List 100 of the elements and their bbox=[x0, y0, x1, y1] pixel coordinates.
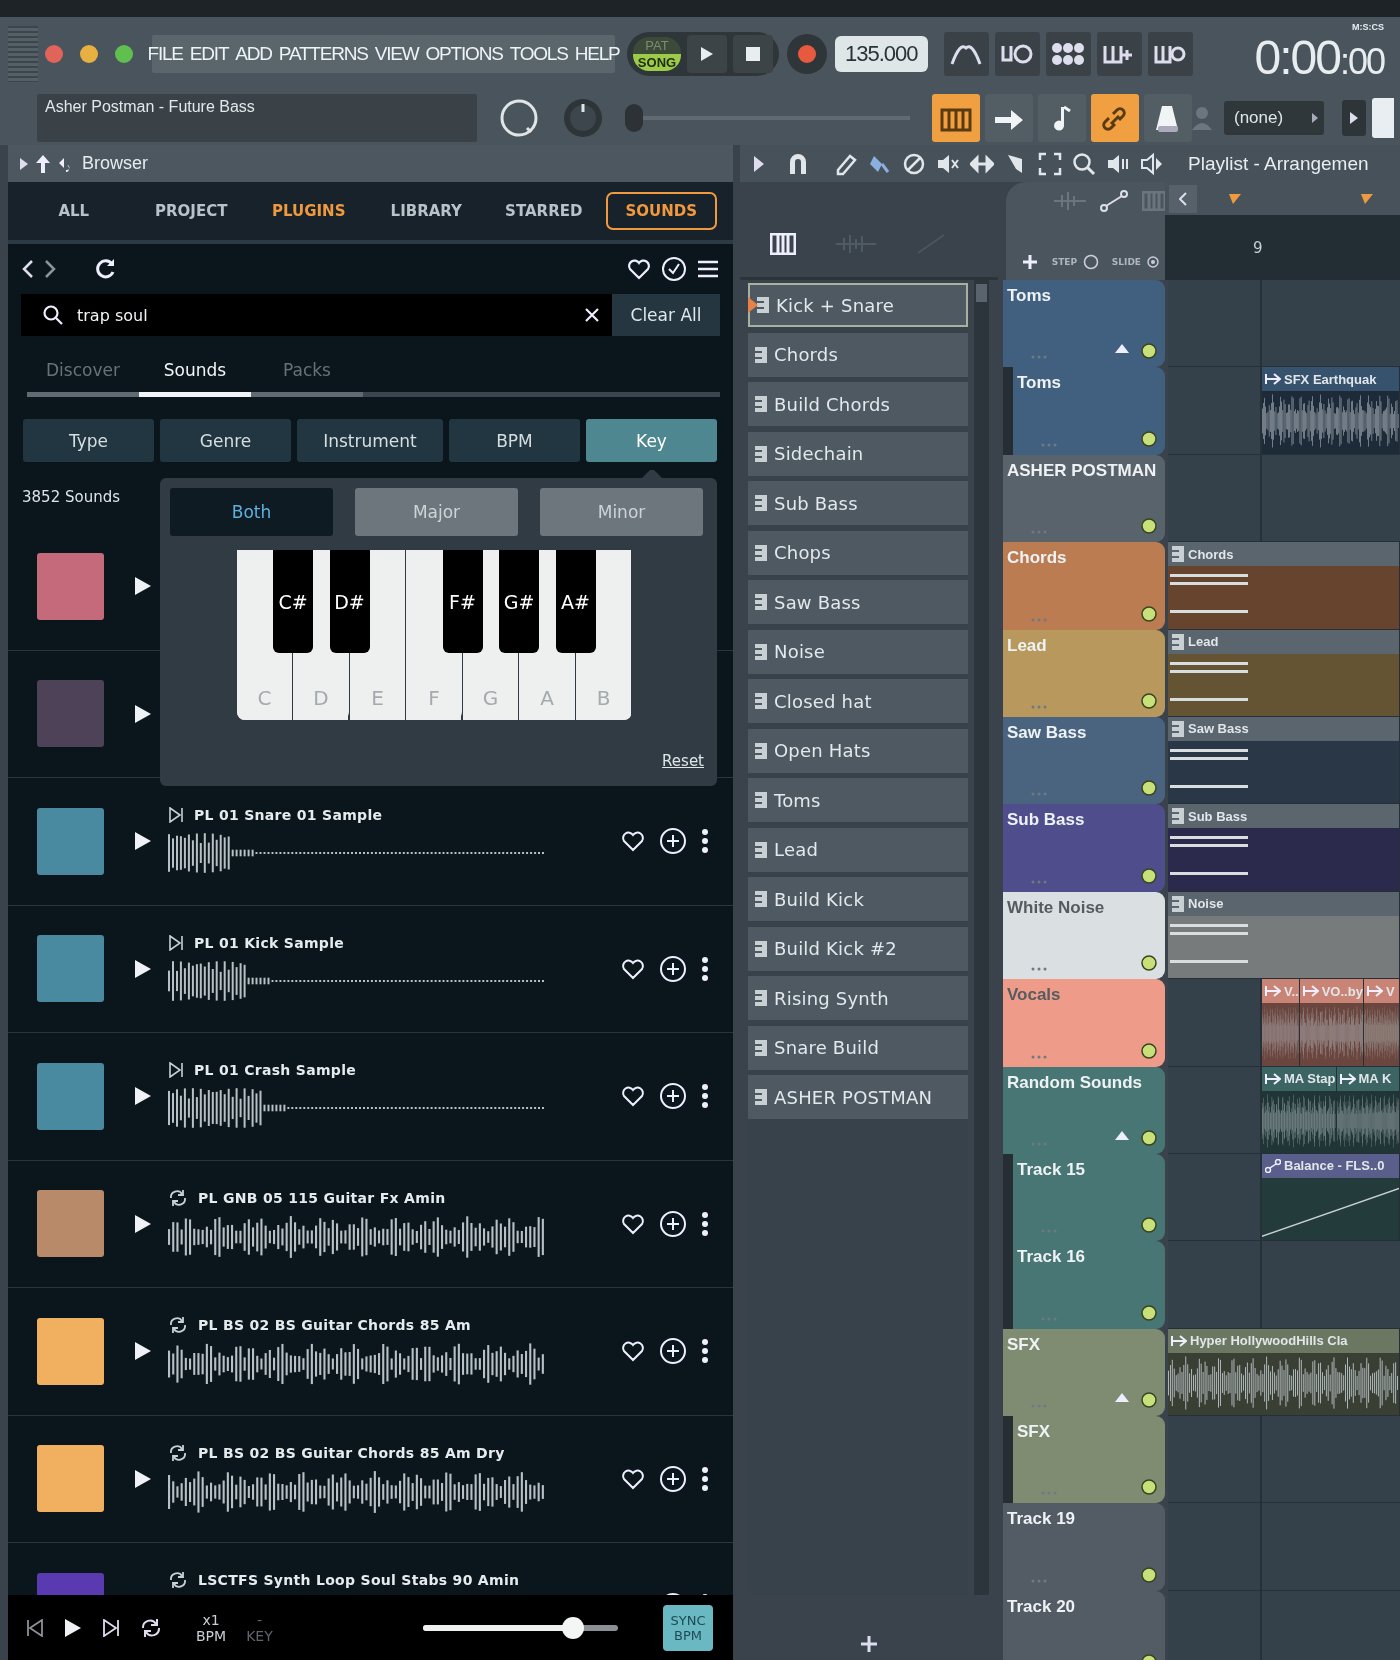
minimize-button[interactable] bbox=[80, 44, 98, 63]
toggle-button[interactable] bbox=[985, 93, 1033, 142]
add-icon[interactable] bbox=[1022, 254, 1038, 270]
pattern-item[interactable]: Lead bbox=[748, 827, 968, 872]
add-icon[interactable] bbox=[659, 954, 687, 983]
filter-button[interactable]: Instrument bbox=[297, 419, 443, 462]
track-header[interactable]: Toms bbox=[1003, 280, 1165, 368]
sub-tab[interactable]: Packs bbox=[251, 348, 363, 397]
speaker-icon[interactable] bbox=[1140, 151, 1164, 176]
toggle-icon[interactable] bbox=[1147, 256, 1159, 268]
knob-icon[interactable] bbox=[1141, 1217, 1157, 1234]
track-header[interactable]: Toms bbox=[1003, 367, 1165, 455]
forward-icon[interactable] bbox=[44, 259, 56, 279]
up-arrow-icon[interactable] bbox=[36, 154, 50, 173]
play-icon[interactable] bbox=[64, 1617, 82, 1638]
sync-bpm-button[interactable]: SYNC BPM bbox=[663, 1604, 713, 1651]
add-icon[interactable] bbox=[659, 1209, 687, 1238]
browser-tab[interactable]: LIBRARY bbox=[370, 192, 482, 230]
pattern-item[interactable]: Chords bbox=[748, 332, 968, 377]
toolbar-button[interactable] bbox=[943, 31, 989, 76]
toolbar-button[interactable] bbox=[1045, 31, 1091, 76]
pattern-item[interactable]: Build Chords bbox=[748, 382, 968, 426]
key-mode-button[interactable]: Major bbox=[355, 488, 518, 536]
marker-icon[interactable] bbox=[1361, 193, 1373, 204]
select-icon[interactable] bbox=[1038, 151, 1062, 176]
add-icon[interactable] bbox=[659, 827, 687, 856]
collapse-icon[interactable] bbox=[1115, 344, 1129, 354]
sound-title[interactable]: PL 01 Kick Sample bbox=[194, 934, 345, 951]
scroll-left-button[interactable] bbox=[1169, 184, 1197, 213]
marker-icon[interactable] bbox=[1229, 193, 1241, 204]
forbidden-icon[interactable] bbox=[902, 151, 926, 176]
toggle-button[interactable] bbox=[1091, 93, 1139, 142]
more-icon[interactable] bbox=[701, 1083, 709, 1110]
heart-icon[interactable] bbox=[621, 1085, 645, 1108]
refresh-icon[interactable] bbox=[94, 258, 116, 280]
track-header[interactable]: Track 19 bbox=[1003, 1503, 1165, 1591]
scrollbar[interactable] bbox=[974, 280, 989, 1595]
close-icon[interactable] bbox=[584, 307, 600, 323]
clear-all-button[interactable]: Clear All bbox=[612, 294, 720, 336]
browser-tab[interactable]: PLUGINS bbox=[253, 192, 365, 230]
play-button[interactable] bbox=[134, 958, 152, 979]
knob-icon[interactable] bbox=[1141, 605, 1157, 622]
add-icon[interactable] bbox=[659, 1337, 687, 1366]
knob-icon[interactable] bbox=[1141, 692, 1157, 709]
toggle-icon[interactable] bbox=[1083, 254, 1100, 270]
play-button[interactable] bbox=[134, 1341, 152, 1362]
play-button[interactable] bbox=[134, 1086, 152, 1107]
more-icon[interactable] bbox=[701, 828, 709, 855]
knob-icon[interactable] bbox=[1141, 1129, 1157, 1146]
toggle-button[interactable] bbox=[1144, 93, 1192, 142]
heart-icon[interactable] bbox=[621, 830, 645, 853]
pattern-item[interactable]: Rising Synth bbox=[748, 976, 968, 1020]
heart-icon[interactable] bbox=[621, 1467, 645, 1490]
menu-item[interactable]: FILE bbox=[147, 42, 183, 65]
knob-icon[interactable] bbox=[1141, 780, 1157, 797]
play-button[interactable] bbox=[134, 1468, 152, 1489]
stop-button[interactable] bbox=[733, 34, 773, 73]
collapse-icon[interactable] bbox=[1115, 1393, 1129, 1403]
pattern-item[interactable]: Closed hat bbox=[748, 679, 968, 723]
pattern-item[interactable]: Open Hats bbox=[748, 728, 968, 773]
track-header[interactable]: Saw Bass bbox=[1003, 716, 1165, 805]
filter-button[interactable]: Type bbox=[23, 419, 154, 462]
filter-button[interactable]: BPM bbox=[449, 419, 580, 462]
zoom-icon[interactable] bbox=[1072, 151, 1096, 176]
more-icon[interactable] bbox=[701, 1465, 709, 1492]
menu-item[interactable]: VIEW bbox=[374, 42, 419, 65]
knob-icon[interactable] bbox=[1141, 343, 1157, 360]
heart-icon[interactable] bbox=[627, 258, 651, 280]
toggle-button[interactable] bbox=[932, 93, 980, 142]
pattern-item[interactable]: Kick + Snare bbox=[748, 283, 968, 327]
menu-item[interactable]: HELP bbox=[574, 42, 620, 65]
search-field[interactable]: trap soul bbox=[21, 294, 612, 336]
track-header[interactable]: Track 15 bbox=[1003, 1153, 1165, 1242]
sound-title[interactable]: PL GNB 05 115 Guitar Fx Amin bbox=[198, 1189, 446, 1206]
loop-icon[interactable] bbox=[140, 1617, 162, 1638]
more-icon[interactable] bbox=[701, 955, 709, 982]
track-header[interactable]: Chords bbox=[1003, 542, 1165, 630]
slider-thumb[interactable] bbox=[625, 103, 643, 132]
piano-key[interactable]: D# bbox=[329, 550, 370, 653]
play-button[interactable] bbox=[134, 576, 152, 597]
menu-item[interactable]: TOOLS bbox=[509, 42, 568, 65]
sound-title[interactable]: PL BS 02 BS Guitar Chords 85 Am Dry bbox=[198, 1444, 505, 1461]
pattern-item[interactable]: Chops bbox=[748, 530, 968, 575]
pattern-dropdown[interactable]: (none) bbox=[1224, 100, 1324, 135]
automation-icon[interactable] bbox=[1100, 190, 1128, 212]
master-slider[interactable] bbox=[625, 102, 910, 133]
play-button[interactable] bbox=[134, 1213, 152, 1234]
piano-key[interactable]: A# bbox=[555, 550, 596, 653]
play-button[interactable] bbox=[134, 831, 152, 852]
back-icon[interactable] bbox=[22, 259, 34, 279]
track-header[interactable]: Vocals bbox=[1003, 979, 1165, 1067]
grip-handle[interactable] bbox=[8, 25, 38, 82]
reset-link[interactable]: Reset bbox=[662, 752, 704, 770]
slider-thumb[interactable] bbox=[562, 1616, 585, 1639]
knob-icon[interactable] bbox=[1141, 867, 1157, 884]
piano-key[interactable]: C# bbox=[273, 550, 313, 653]
pattern-item[interactable]: Sub Bass bbox=[748, 481, 968, 525]
previous-icon[interactable] bbox=[26, 1618, 44, 1637]
knob-icon[interactable] bbox=[1141, 1392, 1157, 1409]
knob-icon[interactable] bbox=[1141, 1479, 1157, 1496]
